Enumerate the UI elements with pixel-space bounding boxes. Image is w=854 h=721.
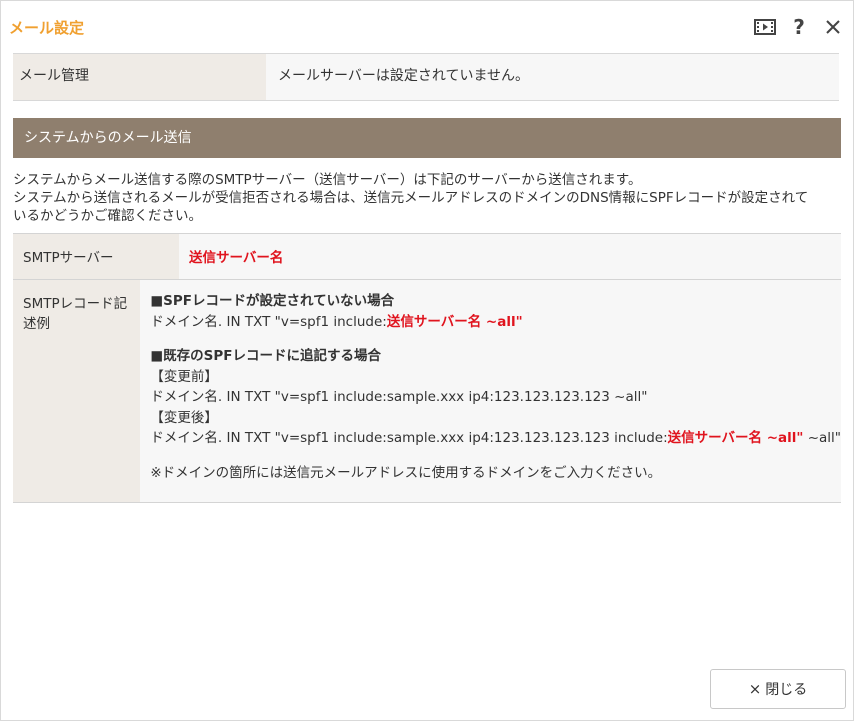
- record-example-label: SMTPレコード記述例: [13, 280, 141, 502]
- case1-line-highlight: 送信サーバー名 ~all": [386, 313, 523, 330]
- mail-management-row: メール管理 メールサーバーは設定されていません。: [13, 53, 839, 101]
- section-header: システムからのメール送信: [13, 118, 841, 158]
- close-button-label: 閉じる: [765, 682, 808, 698]
- record-note: ※ドメインの箇所には送信元メールアドレスに使用するドメインをご入力ください。: [150, 464, 662, 481]
- description-line: いるかどうかご確認ください。: [13, 208, 202, 224]
- section-description: システムからメール送信する際のSMTPサーバー（送信サーバー）は下記のサーバーか…: [13, 171, 843, 225]
- smtp-server-label: SMTPサーバー: [13, 234, 179, 279]
- close-x-icon: ×: [748, 680, 762, 698]
- description-line: システムからメール送信する際のSMTPサーバー（送信サーバー）は下記のサーバーか…: [13, 172, 642, 188]
- smtp-table: SMTPサーバー 送信サーバー名 SMTPレコード記述例 ■SPFレコードが設定…: [13, 233, 841, 503]
- case2-after-line: ドメイン名. IN TXT "v=spf1 include:sample.xxx…: [150, 428, 841, 449]
- dialog-title: メール設定: [9, 19, 85, 37]
- close-icon[interactable]: [821, 15, 845, 39]
- case1-line: ドメイン名. IN TXT "v=spf1 include:送信サーバー名 ~a…: [150, 312, 841, 333]
- record-example-row: SMTPレコード記述例 ■SPFレコードが設定されていない場合 ドメイン名. I…: [13, 280, 841, 503]
- mail-settings-dialog: メール設定 ? メール管理 メールサーバーは設定されていません。 システムからの…: [0, 0, 854, 721]
- case2-after-suffix: ~all": [803, 430, 841, 446]
- section-title: システムからのメール送信: [24, 130, 192, 146]
- smtp-server-value: 送信サーバー名: [189, 250, 284, 266]
- record-example-content: ■SPFレコードが設定されていない場合 ドメイン名. IN TXT "v=spf…: [140, 280, 841, 502]
- mail-management-label: メール管理: [13, 54, 266, 100]
- help-icon[interactable]: ?: [787, 15, 811, 39]
- mail-management-value: メールサーバーは設定されていません。: [266, 54, 839, 100]
- smtp-server-value-cell: 送信サーバー名: [179, 234, 841, 279]
- case2-after-highlight: 送信サーバー名 ~all": [667, 430, 804, 446]
- dialog-header: メール設定 ?: [1, 1, 853, 53]
- close-button[interactable]: × 閉じる: [710, 669, 846, 709]
- case2-before-line: ドメイン名. IN TXT "v=spf1 include:sample.xxx…: [150, 389, 648, 405]
- case1-line-prefix: ドメイン名. IN TXT "v=spf1 include:: [150, 313, 387, 330]
- case1-heading: ■SPFレコードが設定されていない場合: [150, 293, 395, 309]
- description-line: システムから送信されるメールが受信拒否される場合は、送信元メールアドレスのドメイ…: [13, 190, 809, 206]
- smtp-server-row: SMTPサーバー 送信サーバー名: [13, 234, 841, 280]
- film-icon[interactable]: [753, 15, 777, 39]
- case2-after-label: 【変更後】: [150, 409, 218, 426]
- case2-before-label: 【変更前】: [150, 368, 218, 385]
- header-actions: ?: [743, 15, 845, 39]
- case2-heading: ■既存のSPFレコードに追記する場合: [150, 348, 381, 364]
- case2-after-prefix: ドメイン名. IN TXT "v=spf1 include:sample.xxx…: [150, 430, 668, 446]
